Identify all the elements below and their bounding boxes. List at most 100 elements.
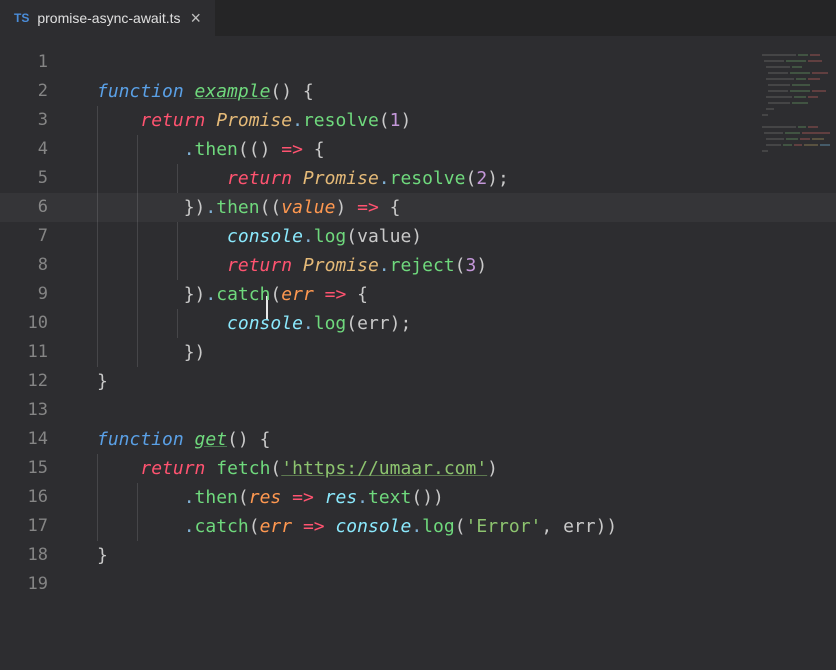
token	[281, 487, 292, 508]
editor-tab[interactable]: TS promise-async-await.ts ×	[0, 0, 215, 36]
code-line[interactable]: return Promise.resolve(1)	[70, 106, 836, 135]
code-line[interactable]: return Promise.resolve(2);	[70, 164, 836, 193]
code-line[interactable]: }).catch(err => {	[70, 280, 836, 309]
token	[325, 516, 336, 537]
token: {	[379, 197, 401, 218]
token: )	[335, 197, 357, 218]
token: (	[270, 284, 281, 305]
line-number-gutter: 12345678910111213141516171819	[0, 48, 70, 670]
token: .	[303, 226, 314, 247]
line-number: 3	[0, 106, 48, 135]
code-line[interactable]: function get() {	[70, 425, 836, 454]
line-number: 13	[0, 396, 48, 425]
code-line[interactable]: .then(() => {	[70, 135, 836, 164]
line-number: 12	[0, 367, 48, 396]
line-number: 11	[0, 338, 48, 367]
line-number: 9	[0, 280, 48, 309]
token: })	[184, 284, 206, 305]
token: (	[465, 168, 476, 189]
token: resolve	[303, 110, 379, 131]
minimap-line	[762, 90, 830, 93]
code-line[interactable]	[70, 570, 836, 599]
token: (value)	[346, 226, 422, 247]
token: (	[455, 255, 466, 276]
token: return	[227, 255, 292, 276]
token: return	[227, 168, 292, 189]
code-line[interactable]	[70, 396, 836, 425]
token: .	[184, 139, 195, 160]
token: , err))	[541, 516, 617, 537]
minimap-line	[762, 138, 830, 141]
code-line[interactable]: }	[70, 541, 836, 570]
line-number: 16	[0, 483, 48, 512]
token: ((	[260, 197, 282, 218]
token	[184, 429, 195, 450]
token: 3	[466, 255, 477, 276]
editor: 12345678910111213141516171819 function e…	[0, 36, 836, 670]
minimap-line	[762, 102, 830, 105]
token: =>	[281, 139, 303, 160]
token: })	[184, 342, 206, 363]
token: get	[195, 429, 228, 450]
line-number: 5	[0, 164, 48, 193]
code-line[interactable]: }	[70, 367, 836, 396]
token: then	[216, 197, 259, 218]
code-line[interactable]: console.log(value)	[70, 222, 836, 251]
code-line[interactable]: return fetch('https://umaar.com')	[70, 454, 836, 483]
code-area[interactable]: function example() { return Promise.reso…	[70, 48, 836, 670]
minimap-line	[762, 132, 830, 135]
token: .	[292, 110, 303, 131]
code-line[interactable]: console.log(err);	[70, 309, 836, 338]
token	[205, 458, 216, 479]
token	[292, 255, 303, 276]
token: console	[227, 226, 303, 247]
minimap-line	[762, 114, 830, 117]
code-line[interactable]: return Promise.reject(3)	[70, 251, 836, 280]
line-number: 19	[0, 570, 48, 599]
token: catch	[195, 516, 249, 537]
code-line[interactable]: .then(res => res.text())	[70, 483, 836, 512]
token: .	[184, 487, 195, 508]
token: .	[379, 255, 390, 276]
token: .	[357, 487, 368, 508]
token: () {	[270, 81, 313, 102]
token: err	[260, 516, 293, 537]
token	[205, 110, 216, 131]
token: 'https://umaar.com'	[281, 458, 487, 479]
token: 'Error'	[466, 516, 542, 537]
minimap-line	[762, 72, 830, 75]
minimap[interactable]	[762, 48, 830, 348]
minimap-line	[762, 150, 830, 153]
code-line[interactable]	[70, 48, 836, 77]
token: (()	[238, 139, 281, 160]
token: .	[205, 197, 216, 218]
line-number: 18	[0, 541, 48, 570]
token: () {	[227, 429, 270, 450]
code-line[interactable]: })	[70, 338, 836, 367]
token: }	[97, 545, 108, 566]
token: (	[249, 516, 260, 537]
code-line[interactable]: .catch(err => console.log('Error', err))	[70, 512, 836, 541]
close-icon[interactable]: ×	[189, 9, 204, 27]
minimap-line	[762, 96, 830, 99]
token: (err);	[346, 313, 411, 334]
token: 1	[390, 110, 401, 131]
token: Promise	[303, 168, 379, 189]
minimap-line	[762, 126, 830, 129]
token: log	[314, 226, 347, 247]
token: );	[487, 168, 509, 189]
token: =>	[292, 487, 314, 508]
token	[292, 516, 303, 537]
code-line[interactable]: function example() {	[70, 77, 836, 106]
token: .	[411, 516, 422, 537]
token: .	[379, 168, 390, 189]
token: res	[325, 487, 358, 508]
code-line[interactable]: }).then((value) => {	[70, 193, 836, 222]
token: fetch	[216, 458, 270, 479]
line-number: 14	[0, 425, 48, 454]
token: then	[195, 487, 238, 508]
token: Promise	[303, 255, 379, 276]
token: log	[422, 516, 455, 537]
token: res	[249, 487, 282, 508]
minimap-line	[762, 120, 830, 123]
